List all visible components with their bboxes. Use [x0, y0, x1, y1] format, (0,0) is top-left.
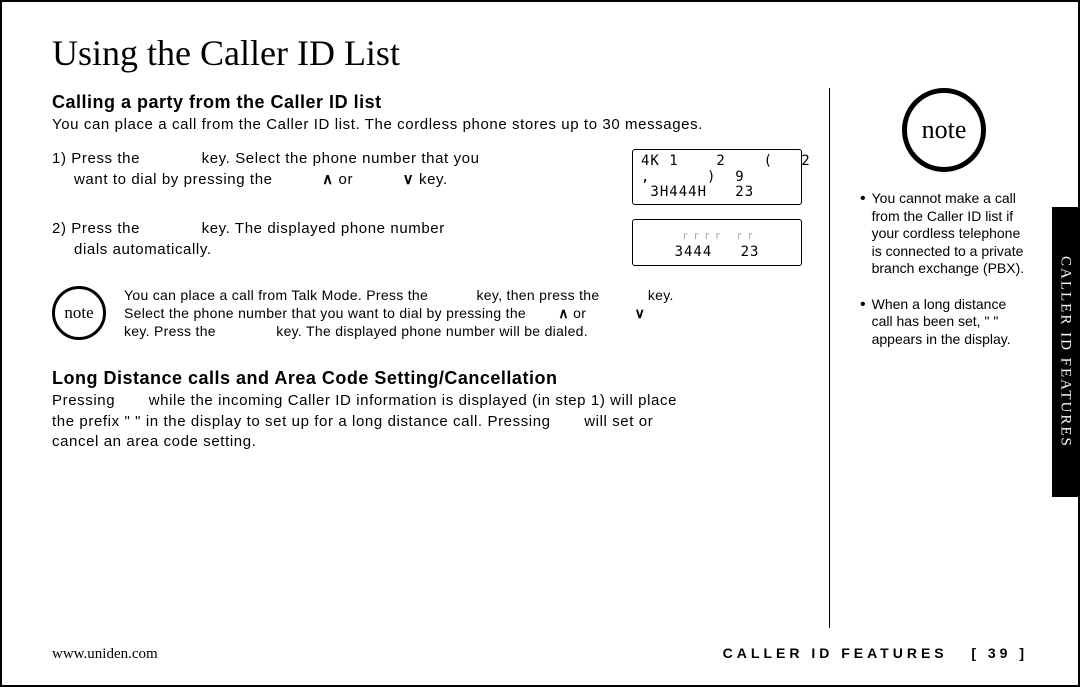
ld-p2b: will set or	[584, 413, 653, 430]
ld-p2a: the prefix " " in the display to set up …	[52, 413, 551, 430]
down-arrow-icon: ∨	[635, 305, 646, 321]
lcd-display-2: ┌ ┌ ┌ ┌ ┌ ┌ 3444 23	[632, 219, 802, 265]
up-arrow-icon: ∧	[558, 305, 569, 321]
bullet-icon: •	[860, 296, 866, 349]
footer-section: CALLER ID FEATURES [ 39 ]	[723, 645, 1028, 661]
right-b2-text: When a long distance call has been set, …	[872, 296, 1028, 349]
step1-pre: 1) Press the	[52, 150, 140, 167]
long-distance-section: Long Distance calls and Area Code Settin…	[52, 368, 804, 452]
in-l1c: key.	[648, 287, 674, 303]
page: Using the Caller ID List Calling a party…	[0, 0, 1080, 687]
page-title: Using the Caller ID List	[52, 32, 1028, 74]
footer: www.uniden.com CALLER ID FEATURES [ 39 ]	[52, 645, 1028, 663]
step1-mid: key. Select the phone number that you	[202, 150, 480, 167]
in-l3a: key. Press the	[124, 323, 216, 339]
section-heading-ld: Long Distance calls and Area Code Settin…	[52, 368, 804, 389]
ld-body: Pressing while the incoming Caller ID in…	[52, 391, 804, 452]
step2-pre: 2) Press the	[52, 220, 140, 237]
inline-note-text: You can place a call from Talk Mode. Pre…	[124, 286, 804, 341]
lcd2-dash: ┌ ┌ ┌ ┌ ┌ ┌	[682, 230, 752, 240]
spacer	[860, 278, 1028, 294]
step-2: 2) Press the key. The displayed phone nu…	[52, 219, 804, 265]
step2-mid: key. The displayed phone number	[202, 220, 445, 237]
right-bullet-1: • You cannot make a call from the Caller…	[860, 190, 1028, 278]
main-columns: Calling a party from the Caller ID list …	[52, 88, 1028, 628]
in-l1b: key, then press the	[476, 287, 599, 303]
footer-page: [ 39 ]	[971, 645, 1028, 661]
step-1: 1) Press the key. Select the phone numbe…	[52, 149, 804, 205]
step-2-text: 2) Press the key. The displayed phone nu…	[52, 219, 612, 260]
in-l3b: key. The displayed phone number will be …	[276, 323, 588, 339]
footer-url: www.uniden.com	[52, 646, 158, 663]
section-intro: You can place a call from the Caller ID …	[52, 115, 804, 135]
right-column: note • You cannot make a call from the C…	[860, 88, 1028, 628]
step-1-text: 1) Press the key. Select the phone numbe…	[52, 149, 612, 190]
lcd1-l2: , ) 9	[641, 169, 745, 185]
right-bullet-2: • When a long distance call has been set…	[860, 296, 1028, 349]
in-l2a: Select the phone number that you want to…	[124, 305, 526, 321]
lcd1-l3: 3H444H 23	[641, 184, 754, 200]
left-column: Calling a party from the Caller ID list …	[52, 88, 830, 628]
step1-or: or	[339, 171, 354, 188]
note-small-label: note	[64, 303, 93, 323]
lcd2-line: 3444 23	[675, 244, 760, 260]
inline-note-block: note You can place a call from Talk Mode…	[52, 286, 804, 341]
section-heading-calling: Calling a party from the Caller ID list	[52, 92, 804, 113]
in-l1a: You can place a call from Talk Mode. Pre…	[124, 287, 428, 303]
step1-end: key.	[419, 171, 448, 188]
step1-line2a: want to dial by pressing the	[52, 171, 273, 188]
up-arrow-icon: ∧	[322, 171, 334, 188]
note-icon-small: note	[52, 286, 106, 340]
in-l2or: or	[573, 305, 586, 321]
footer-section-label: CALLER ID FEATURES	[723, 645, 948, 661]
note-big-label: note	[922, 114, 967, 147]
lcd-display-1: 4K 1 2 ( 2 , ) 9 3H444H 23	[632, 149, 802, 205]
right-b1-text: You cannot make a call from the Caller I…	[872, 190, 1028, 278]
step2-line2: dials automatically.	[52, 241, 212, 258]
note-icon-big: note	[902, 88, 986, 172]
side-tab: CALLER ID FEATURES	[1052, 207, 1078, 497]
ld-p1a: Pressing	[52, 392, 115, 409]
ld-p3: cancel an area code setting.	[52, 433, 256, 450]
bullet-icon: •	[860, 190, 866, 278]
ld-p1b: while the incoming Caller ID information…	[149, 392, 677, 409]
lcd1-l1: 4K 1 2 ( 2	[641, 153, 811, 169]
down-arrow-icon: ∨	[403, 171, 415, 188]
note-big-holder: note	[860, 88, 1028, 172]
